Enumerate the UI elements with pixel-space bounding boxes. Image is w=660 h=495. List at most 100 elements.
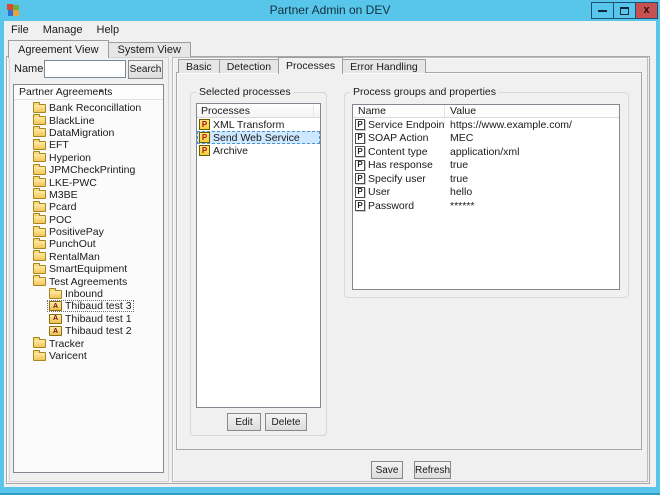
tree-item-label: M3BE <box>49 189 78 201</box>
tree-item[interactable]: Varicent <box>14 350 163 362</box>
menu-item-help[interactable]: Help <box>90 22 127 39</box>
column-header-name[interactable]: Name <box>353 105 445 117</box>
partner-agreements-tree: Partner Agreements ▲ Bank Reconcillation… <box>13 84 164 473</box>
detail-tab[interactable]: Detection <box>219 59 279 73</box>
tree-item[interactable]: PositivePay <box>14 226 163 238</box>
detail-tab[interactable]: Basic <box>178 59 220 73</box>
property-p-icon <box>355 200 365 211</box>
property-p-icon <box>355 160 365 171</box>
tree-item[interactable]: JPMCheckPrinting <box>14 164 163 176</box>
folder-icon <box>33 166 46 175</box>
tree-item-label: EFT <box>49 139 69 151</box>
folder-icon <box>33 128 46 137</box>
tree-item[interactable]: Tracker <box>14 337 163 349</box>
app-window: Partner Admin on DEV x FileManageHelp Ag… <box>0 0 660 495</box>
menu-item-manage[interactable]: Manage <box>36 22 90 39</box>
folder-icon <box>33 203 46 212</box>
process-list-item[interactable]: Send Web Service <box>197 131 320 144</box>
menu-item-file[interactable]: File <box>4 22 36 39</box>
tree-item[interactable]: EFT <box>14 139 163 151</box>
agreement-icon <box>49 314 62 324</box>
property-row[interactable]: User hello <box>353 186 619 200</box>
tree-item[interactable]: Hyperion <box>14 152 163 164</box>
tree-item-label: SmartEquipment <box>49 263 127 275</box>
process-list-items: XML Transform Send Web Service Archive <box>197 118 320 157</box>
folder-icon <box>33 178 46 187</box>
process-list-header[interactable]: Processes <box>197 104 320 118</box>
property-name: Has response <box>368 159 433 171</box>
view-tab[interactable]: System View <box>108 42 191 57</box>
process-list-item[interactable]: Archive <box>197 144 320 157</box>
tree-item-label: RentalMan <box>49 251 100 263</box>
tree-item[interactable]: Bank Reconcillation <box>14 102 163 114</box>
tree-item[interactable]: DataMigration <box>14 127 163 139</box>
search-button[interactable]: Search <box>128 60 163 79</box>
tree-column-header[interactable]: Partner Agreements ▲ <box>14 85 163 100</box>
process-p-icon <box>199 132 210 143</box>
sort-up-icon: ▲ <box>98 84 104 99</box>
maximize-icon <box>620 7 629 15</box>
tree-item[interactable]: POC <box>14 214 163 226</box>
refresh-button[interactable]: Refresh <box>414 461 451 479</box>
property-value: MEC <box>445 132 619 144</box>
tree-item[interactable]: Thibaud test 1 <box>14 313 163 325</box>
minimize-button[interactable] <box>591 2 614 19</box>
folder-icon <box>33 153 46 162</box>
property-row[interactable]: Has response true <box>353 159 619 173</box>
maximize-button[interactable] <box>613 2 636 19</box>
tree-item[interactable]: BlackLine <box>14 114 163 126</box>
property-row[interactable]: Password ****** <box>353 199 619 213</box>
tree-item[interactable]: Test Agreements <box>14 275 163 287</box>
tree-item-label: Thibaud test 2 <box>65 325 132 337</box>
tree-item[interactable]: Thibaud test 3 <box>14 300 163 312</box>
folder-icon <box>49 290 62 299</box>
view-tab[interactable]: Agreement View <box>8 40 109 58</box>
tree-item-label: Hyperion <box>49 152 91 164</box>
tree-item[interactable]: LKE-PWC <box>14 176 163 188</box>
property-row[interactable]: SOAP Action MEC <box>353 132 619 146</box>
property-value: true <box>445 173 619 185</box>
property-value: true <box>445 159 619 171</box>
property-row[interactable]: Content type application/xml <box>353 145 619 159</box>
tree-item-label: Inbound <box>65 288 103 300</box>
process-item-label: Send Web Service <box>213 132 300 144</box>
process-item-label: XML Transform <box>213 119 284 131</box>
folder-icon <box>33 240 46 249</box>
process-p-icon <box>199 145 210 156</box>
group-title: Process groups and properties <box>350 85 499 99</box>
tree-item[interactable]: Thibaud test 2 <box>14 325 163 337</box>
property-value: application/xml <box>445 146 619 158</box>
folder-icon <box>33 252 46 261</box>
agreement-icon <box>49 301 62 311</box>
property-row[interactable]: Service Endpoint https://www.example.com… <box>353 118 619 132</box>
folder-icon <box>33 141 46 150</box>
process-list: Processes XML Transform Send Web Service… <box>196 103 321 408</box>
property-row[interactable]: Specify user true <box>353 172 619 186</box>
tree-item-label: PunchOut <box>49 238 96 250</box>
window-controls: x <box>592 2 658 19</box>
title-bar[interactable]: Partner Admin on DEV x <box>0 0 660 21</box>
detail-tab[interactable]: Error Handling <box>342 59 426 73</box>
close-button[interactable]: x <box>635 2 658 19</box>
property-value: hello <box>445 186 619 198</box>
tree-item[interactable]: RentalMan <box>14 251 163 263</box>
tree-item-label: Thibaud test 1 <box>65 313 132 325</box>
tree-item[interactable]: M3BE <box>14 189 163 201</box>
process-list-item[interactable]: XML Transform <box>197 118 320 131</box>
tree-item[interactable]: SmartEquipment <box>14 263 163 275</box>
tree-item[interactable]: PunchOut <box>14 238 163 250</box>
property-p-icon <box>355 187 365 198</box>
detail-tab[interactable]: Processes <box>278 57 343 74</box>
property-name: SOAP Action <box>368 132 429 144</box>
save-button[interactable]: Save <box>371 461 403 479</box>
column-header-value[interactable]: Value <box>445 105 619 117</box>
tree-item-label: Test Agreements <box>49 276 127 288</box>
folder-icon <box>33 104 46 113</box>
name-input[interactable] <box>44 60 126 78</box>
tree-item[interactable]: Pcard <box>14 201 163 213</box>
tree-item-label: DataMigration <box>49 127 114 139</box>
tree-item[interactable]: Inbound <box>14 288 163 300</box>
tree-item-label: JPMCheckPrinting <box>49 164 135 176</box>
edit-button[interactable]: Edit <box>227 413 261 431</box>
delete-button[interactable]: Delete <box>265 413 307 431</box>
